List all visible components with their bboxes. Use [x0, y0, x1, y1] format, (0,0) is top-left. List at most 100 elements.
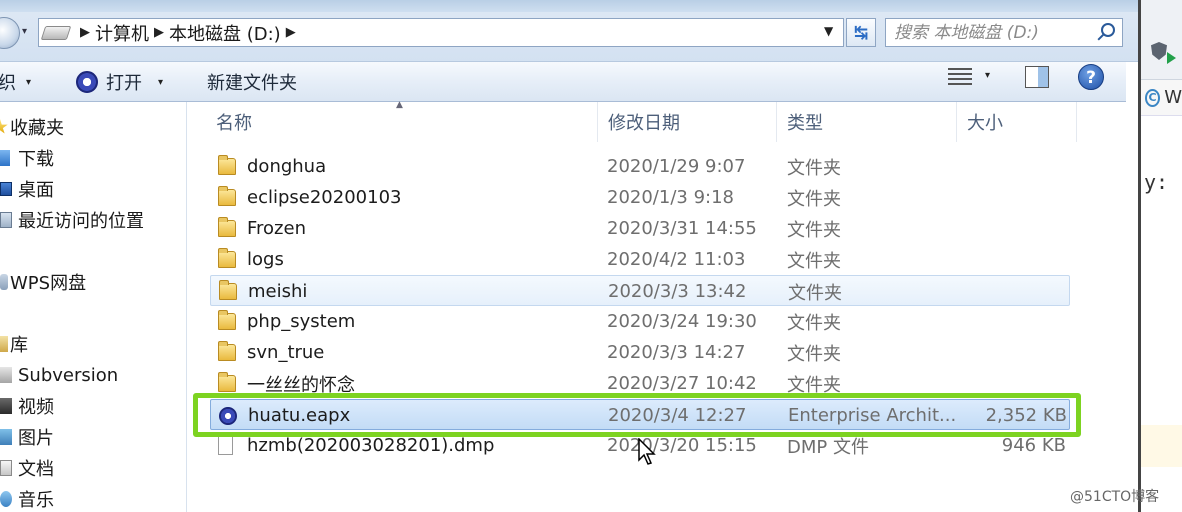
sidebar-item-label: 桌面	[18, 180, 54, 201]
file-size	[960, 213, 1066, 244]
file-type: 文件夹	[787, 157, 841, 179]
file-type: 文件夹	[788, 282, 842, 304]
sidebar-item-libraries[interactable]: 库	[0, 331, 28, 357]
file-row-logs[interactable]: logs 2020/4/2 11:03 文件夹	[210, 244, 1070, 275]
title-strip	[0, 0, 1138, 12]
recent-places-icon	[0, 212, 12, 228]
refresh-icon: ↹	[853, 22, 869, 43]
shield-icon	[1151, 42, 1167, 60]
view-options-icon[interactable]	[948, 68, 972, 86]
breadcrumb-computer[interactable]: 计算机	[95, 20, 149, 46]
file-size	[960, 182, 1066, 213]
file-row-frozen[interactable]: Frozen 2020/3/31 14:55 文件夹	[210, 213, 1070, 244]
sidebar-item-favorites[interactable]: 收藏夹	[0, 114, 64, 140]
file-type: 文件夹	[787, 343, 841, 365]
breadcrumb-drive-d[interactable]: 本地磁盘 (D:)	[169, 20, 281, 46]
file-size	[960, 151, 1066, 182]
new-folder-button[interactable]: 新建文件夹	[207, 62, 297, 102]
file-icon	[218, 436, 233, 455]
sidebar-item-label: 文档	[18, 459, 54, 480]
library-icon	[0, 336, 8, 352]
site-favicon-icon: C	[1145, 88, 1161, 107]
back-button[interactable]	[0, 17, 20, 49]
folder-icon	[219, 280, 237, 300]
organize-button[interactable]: 织 ▾	[0, 62, 31, 102]
file-size: 2,352 KB	[985, 405, 1067, 426]
file-row-eclipse20200103[interactable]: eclipse20200103 2020/1/3 9:18 文件夹	[210, 182, 1070, 213]
enterprise-architect-icon	[219, 407, 237, 425]
file-modified: 2020/4/2 11:03	[607, 249, 746, 270]
file-type: 文件夹	[787, 250, 841, 272]
address-box[interactable]: ▶ 计算机 ▶ 本地磁盘 (D:) ▶	[38, 18, 844, 47]
sidebar-item-label: 音乐	[18, 490, 54, 511]
folder-icon	[218, 217, 236, 237]
sidebar-item-label: 收藏夹	[10, 118, 64, 139]
sidebar-item-documents[interactable]: 文档	[0, 455, 54, 481]
drive-icon	[40, 25, 72, 40]
subversion-icon	[0, 367, 12, 383]
file-size	[960, 368, 1066, 399]
folder-icon	[218, 341, 236, 361]
background-tab[interactable]: C W	[1141, 80, 1182, 116]
file-size	[960, 244, 1066, 275]
file-modified: 2020/3/31 14:55	[607, 218, 757, 239]
sidebar-item-label: 视频	[18, 397, 54, 418]
file-type: 文件夹	[787, 219, 841, 241]
enterprise-architect-icon	[76, 71, 98, 93]
folder-icon	[218, 248, 236, 268]
sidebar-item-pictures[interactable]: 图片	[0, 424, 54, 450]
column-header-modified[interactable]: 修改日期	[598, 102, 777, 142]
file-row-svn-true[interactable]: svn_true 2020/3/3 14:27 文件夹	[210, 337, 1070, 368]
file-modified: 2020/1/29 9:07	[607, 156, 746, 177]
file-type: DMP 文件	[787, 436, 869, 458]
background-window: C W y: "-	[1138, 0, 1182, 512]
sidebar-item-videos[interactable]: 视频	[0, 393, 54, 419]
file-size	[961, 276, 1067, 307]
sidebar-item-wps-cloud[interactable]: WPS网盘	[0, 269, 86, 295]
help-icon[interactable]: ?	[1078, 64, 1104, 90]
file-row-huatu-eapx[interactable]: huatu.eapx 2020/3/4 12:27 Enterprise Arc…	[210, 399, 1070, 430]
file-row-folder-huainian[interactable]: 一丝丝的怀念 2020/3/27 10:42 文件夹	[210, 368, 1070, 399]
file-name: php_system	[247, 311, 356, 332]
sidebar-item-recent-places[interactable]: 最近访问的位置	[0, 207, 144, 233]
file-type: 文件夹	[787, 312, 841, 334]
open-label: 打开	[106, 73, 142, 94]
sidebar-item-subversion[interactable]: Subversion	[0, 362, 118, 388]
folder-icon	[218, 155, 236, 175]
sidebar-item-music[interactable]: 音乐	[0, 486, 54, 512]
file-modified: 2020/1/3 9:18	[607, 187, 734, 208]
sidebar-item-desktop[interactable]: 桌面	[0, 176, 54, 202]
breadcrumb-separator-icon[interactable]: ▶	[286, 25, 296, 40]
file-type: Enterprise Archit...	[788, 405, 957, 426]
file-row-meishi[interactable]: meishi 2020/3/3 13:42 文件夹	[210, 275, 1070, 306]
open-button[interactable]: 打开 ▾	[76, 62, 163, 102]
video-icon	[0, 398, 12, 414]
file-row-donghua[interactable]: donghua 2020/1/29 9:07 文件夹	[210, 151, 1070, 182]
preview-pane-icon[interactable]	[1025, 66, 1049, 88]
address-dropdown-icon[interactable]: ▼	[824, 24, 833, 38]
column-header-size[interactable]: 大小	[957, 102, 1077, 142]
breadcrumb-separator-icon[interactable]: ▶	[80, 25, 90, 40]
chevron-down-icon: ▾	[26, 76, 32, 88]
column-header-type[interactable]: 类型	[777, 102, 957, 142]
sort-ascending-icon: ▲	[396, 100, 403, 110]
column-headers: 名称 ▲ 修改日期 类型 大小	[188, 100, 1126, 142]
file-name: logs	[247, 249, 284, 270]
breadcrumb-separator-icon[interactable]: ▶	[154, 25, 164, 40]
new-folder-label: 新建文件夹	[207, 73, 297, 94]
search-box[interactable]	[885, 18, 1123, 47]
chevron-down-icon[interactable]: ▾	[985, 70, 990, 81]
file-row-php-system[interactable]: php_system 2020/3/24 19:30 文件夹	[210, 306, 1070, 337]
sidebar-item-downloads[interactable]: 下载	[0, 145, 54, 171]
search-icon[interactable]	[1101, 23, 1115, 37]
background-toolbar	[1141, 0, 1182, 80]
file-modified: 2020/3/4 12:27	[608, 405, 747, 426]
organize-label: 织	[0, 73, 16, 94]
music-icon	[0, 491, 12, 507]
refresh-button[interactable]: ↹	[846, 18, 876, 47]
download-icon	[0, 150, 10, 166]
history-dropdown-icon[interactable]: ▾	[22, 26, 27, 37]
search-input[interactable]	[886, 22, 1086, 43]
documents-icon	[0, 460, 12, 476]
desktop-icon	[0, 182, 12, 196]
